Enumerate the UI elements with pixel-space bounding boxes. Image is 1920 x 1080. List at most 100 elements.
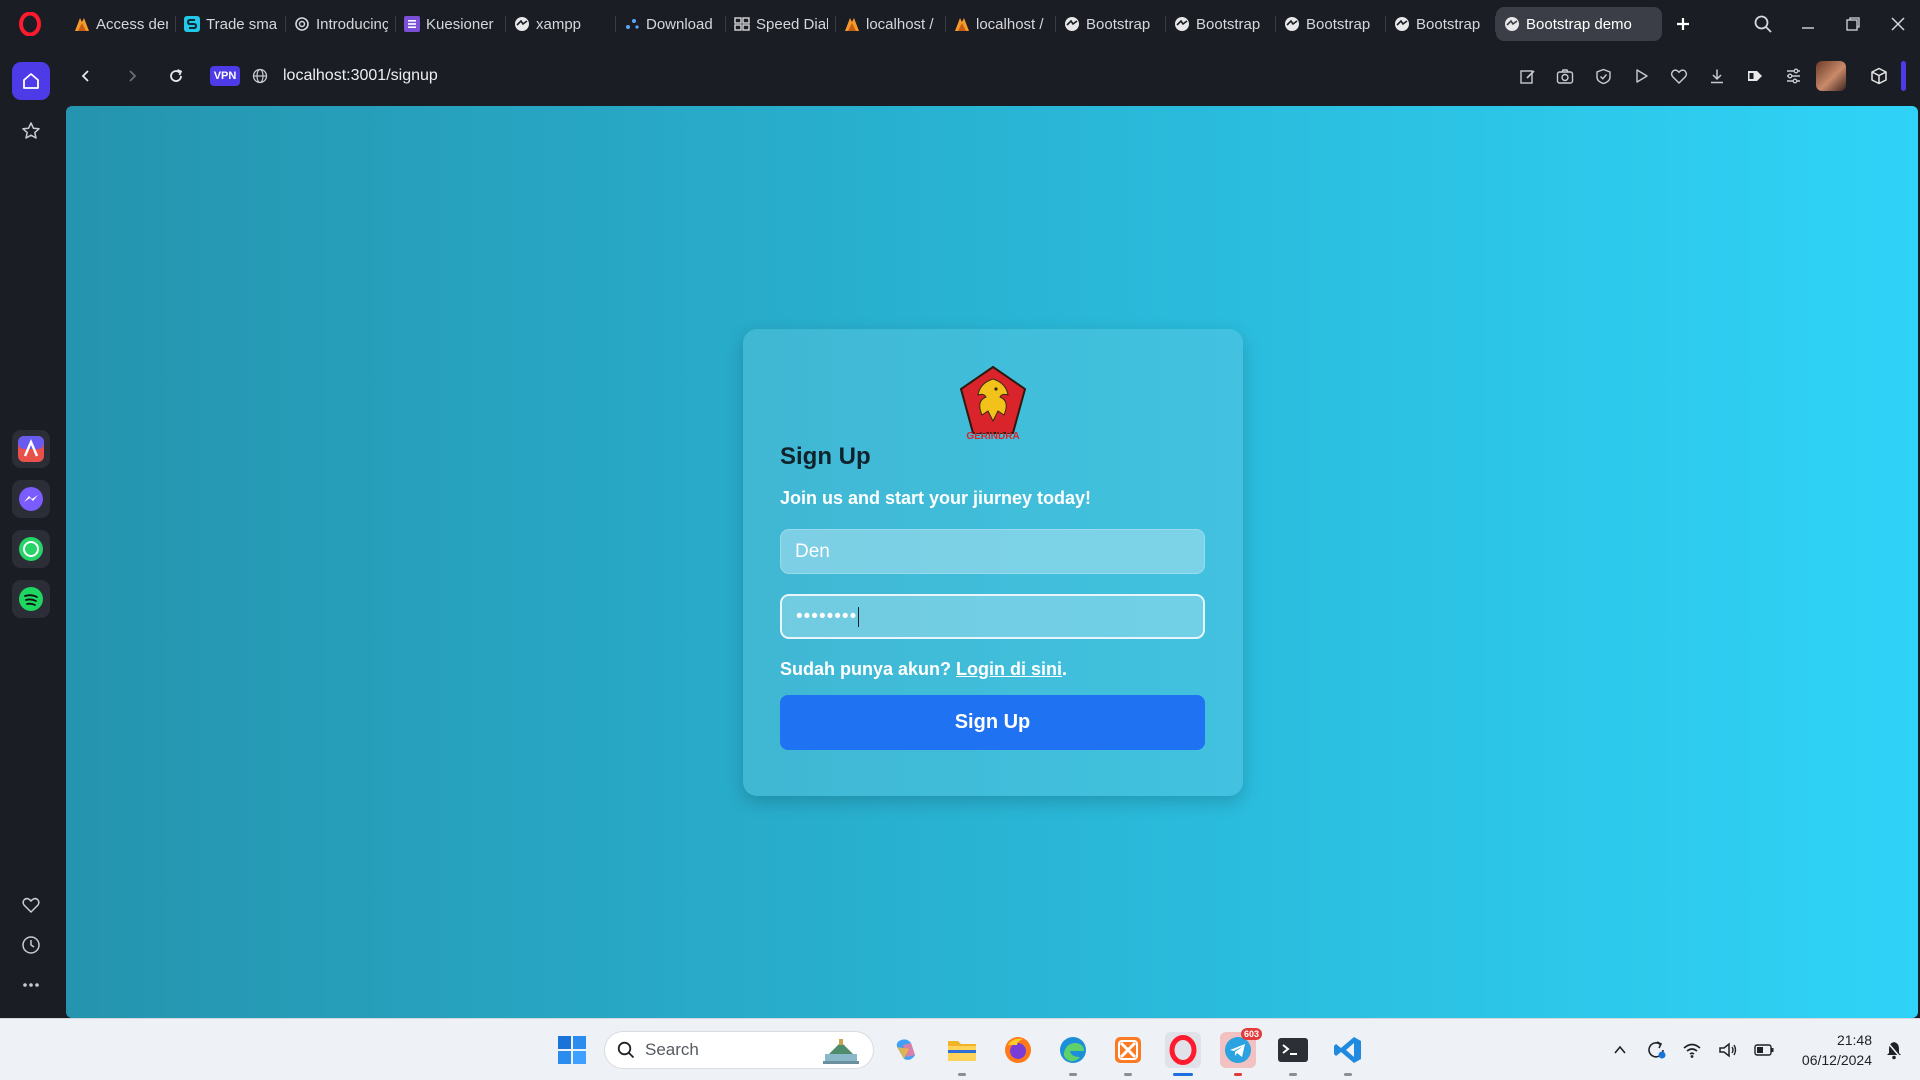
page-title: Sign Up (780, 443, 871, 470)
forward-button[interactable] (116, 60, 148, 92)
snapshot-button[interactable] (1549, 60, 1581, 92)
tab-title: Kuesioner (426, 15, 494, 33)
sidebar-more-button[interactable] (12, 966, 50, 1004)
site-info-globe-icon[interactable] (250, 66, 270, 86)
tab-bootstrap-1[interactable]: Bootstrap (1056, 7, 1166, 41)
sidebar-history-button[interactable] (12, 926, 50, 964)
show-hidden-icons-button[interactable] (1602, 1032, 1638, 1068)
restore-button[interactable] (1830, 0, 1875, 48)
minimize-button[interactable] (1785, 0, 1830, 48)
tab-access-den[interactable]: Access den (66, 7, 176, 41)
sidebar-favorites-button[interactable] (12, 886, 50, 924)
sidebar-toggle-indicator[interactable] (1901, 61, 1906, 91)
download-icon (1711, 69, 1723, 84)
close-icon (1890, 17, 1905, 31)
tab-trade-smart[interactable]: Trade smar (176, 7, 286, 41)
globe-icon (1504, 16, 1520, 32)
logo-text: GERINDRA (966, 431, 1019, 441)
globe-icon (1394, 16, 1410, 32)
tab-bootstrap-4[interactable]: Bootstrap (1386, 7, 1496, 41)
opera-icon (1169, 1035, 1197, 1065)
tab-localhost-1[interactable]: localhost / (836, 7, 946, 41)
sidebar-home-button[interactable] (12, 62, 50, 100)
url-field[interactable]: localhost:3001/signup (283, 67, 438, 85)
volume-button[interactable] (1710, 1032, 1746, 1068)
bookmark-button[interactable] (1663, 60, 1695, 92)
tab-localhost-2[interactable]: localhost / (946, 7, 1056, 41)
taskbar-terminal[interactable] (1275, 1032, 1311, 1076)
battery-saver-button[interactable] (1739, 60, 1771, 92)
player-button[interactable] (1625, 60, 1657, 92)
ad-blocker-button[interactable] (1587, 60, 1619, 92)
password-input[interactable]: •••••••• (780, 594, 1205, 639)
signup-card: GERINDRA Sign Up Join us and start your … (743, 329, 1243, 796)
sidebar-pinboard-button[interactable] (12, 112, 50, 150)
sync-status-button[interactable] (1638, 1032, 1674, 1068)
extensions-button[interactable] (1863, 60, 1895, 92)
edit-button[interactable] (1511, 60, 1543, 92)
vscode-icon (1334, 1037, 1361, 1063)
clock-time: 21:48 (1836, 1032, 1872, 1048)
downloads-button[interactable] (1701, 60, 1733, 92)
battery-button[interactable] (1746, 1032, 1782, 1068)
taskbar-vscode[interactable] (1330, 1032, 1366, 1076)
minimize-icon (1801, 27, 1814, 29)
wifi-icon (1683, 1043, 1701, 1058)
gerindra-logo: GERINDRA (958, 365, 1028, 442)
search-highlight-icon (823, 1039, 859, 1064)
tab-title: Download (646, 15, 713, 33)
tab-search-button[interactable] (1740, 0, 1785, 48)
clock[interactable]: 21:48 06/12/2024 (1782, 1030, 1872, 1070)
tab-xampp[interactable]: xampp (506, 7, 616, 41)
sidebar-spotify-button[interactable] (12, 580, 50, 618)
wifi-button[interactable] (1674, 1032, 1710, 1068)
taskbar-search[interactable]: Search (604, 1031, 874, 1069)
spotify-icon (19, 587, 43, 611)
close-window-button[interactable] (1875, 0, 1920, 48)
taskbar-copilot[interactable] (888, 1032, 924, 1068)
login-link[interactable]: Login di sini (956, 659, 1062, 679)
tab-title: xampp (536, 15, 582, 33)
page-viewport: GERINDRA Sign Up Join us and start your … (66, 106, 1918, 1018)
start-button[interactable] (556, 1034, 588, 1066)
tab-speed-dial[interactable]: Speed Dial (726, 7, 836, 41)
sidebar-messenger-button[interactable] (12, 480, 50, 518)
tab-introducing[interactable]: Introducinç (286, 7, 396, 41)
tab-bootstrap-demo-active[interactable]: Bootstrap demo (1496, 7, 1662, 41)
name-input[interactable] (780, 529, 1205, 574)
sign-up-button[interactable]: Sign Up (780, 695, 1205, 750)
sidebar-whatsapp-button[interactable] (12, 530, 50, 568)
speed-dial-icon (734, 16, 750, 32)
taskbar-firefox[interactable] (1000, 1032, 1036, 1068)
profile-button[interactable] (1815, 60, 1847, 92)
back-button[interactable] (70, 60, 102, 92)
tab-bootstrap-2[interactable]: Bootstrap (1166, 7, 1276, 41)
globe-icon (1064, 16, 1080, 32)
running-indicator (1234, 1073, 1242, 1076)
taskbar-xampp[interactable] (1110, 1032, 1146, 1076)
new-tab-button[interactable] (1668, 9, 1698, 39)
download-icon (624, 16, 640, 32)
xampp-icon (1115, 1037, 1141, 1063)
taskbar-edge[interactable] (1055, 1032, 1091, 1076)
notifications-button[interactable] (1876, 1032, 1912, 1068)
tab-kuesioner[interactable]: Kuesioner (396, 7, 506, 41)
tab-strip: Access den Trade smar Introducinç Kuesio… (0, 0, 1920, 48)
search-icon (1754, 15, 1772, 33)
tab-title: Bootstrap (1416, 15, 1481, 33)
easy-setup-button[interactable] (1777, 60, 1809, 92)
star-icon (22, 122, 40, 139)
tab-title: Bootstrap demo (1526, 15, 1632, 33)
tab-bootstrap-3[interactable]: Bootstrap (1276, 7, 1386, 41)
opera-logo-icon[interactable] (16, 10, 44, 38)
camera-icon (1556, 68, 1574, 84)
tab-download[interactable]: Download (616, 7, 726, 41)
aria-icon (18, 436, 44, 462)
taskbar-opera[interactable] (1165, 1032, 1201, 1076)
vpn-badge[interactable]: VPN (210, 66, 240, 86)
taskbar-telegram[interactable]: 603 (1220, 1028, 1262, 1076)
sidebar-aria-button[interactable] (12, 430, 50, 468)
firefox-icon (1005, 1037, 1031, 1063)
reload-button[interactable] (160, 60, 192, 92)
taskbar-file-explorer[interactable] (944, 1032, 980, 1076)
